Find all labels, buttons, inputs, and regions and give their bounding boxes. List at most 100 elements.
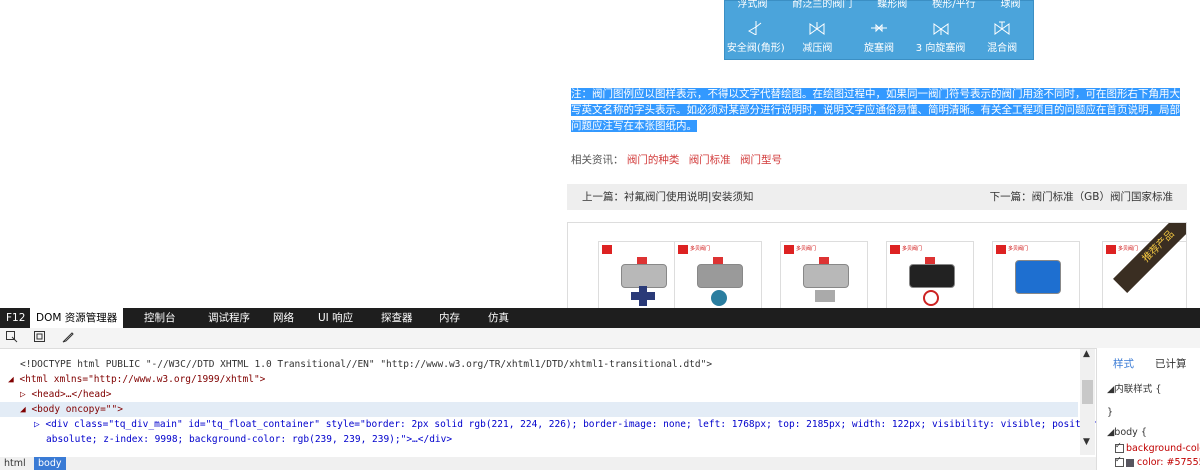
style-prop-text: background-colo <box>1126 443 1200 454</box>
dom-line-head[interactable]: ▷ <head>…</head> <box>20 387 112 402</box>
dom-line-doctype[interactable]: <!DOCTYPE html PUBLIC "-//W3C//DTD XHTML… <box>20 357 712 372</box>
brand-logo-icon <box>890 245 900 254</box>
dom-line-html[interactable]: ◢ <html xmlns="http://www.w3.org/1999/xh… <box>8 372 265 387</box>
dom-breadcrumb: html body <box>0 457 1096 470</box>
valve-item: 3 向旋塞阀 <box>912 21 970 54</box>
valve-item: 减压阀 <box>788 21 846 54</box>
valve-label: 旋塞阀 <box>863 43 894 54</box>
dom-line-div[interactable]: ▷ <div class="tq_div_main" id="tq_float_… <box>34 417 1104 432</box>
actuator-image <box>621 264 667 288</box>
devtools-toolbar <box>0 328 1200 349</box>
highlight-box-icon[interactable] <box>34 331 46 343</box>
product-card[interactable] <box>598 241 686 308</box>
product-card[interactable]: 多贝阀门 <box>780 241 868 308</box>
related-label: 相关资讯： <box>571 154 624 166</box>
breadcrumb-body[interactable]: body <box>34 457 66 470</box>
edit-pen-icon[interactable] <box>62 331 74 343</box>
valve-legend-panel: 浮式阀 耐泛兰的阀门 蝶形阀 楔形/平行 球阀 安全阀(角形) 减压阀 旋塞阀 … <box>724 0 1034 60</box>
recommended-products: 多贝阀门 多贝阀门 多贝阀门 多贝阀门 多贝阀门 推荐产品 <box>567 222 1187 308</box>
tab-ui-responsiveness[interactable]: UI 响应 <box>312 308 359 328</box>
tab-emulation[interactable]: 仿真 <box>482 308 515 328</box>
actuator-image <box>909 264 955 288</box>
valve-label: 3 向旋塞阀 <box>915 43 966 54</box>
select-element-icon[interactable] <box>6 331 18 343</box>
product-brand: 多贝阀门 <box>690 246 711 252</box>
next-article-link[interactable]: 下一篇：阀门标准（GB）阀门国家标准 <box>990 184 1173 210</box>
ball-valve-body-icon <box>711 290 727 306</box>
product-brand: 多贝阀门 <box>1008 246 1029 252</box>
related-link-valve-types[interactable]: 阀门的种类 <box>627 154 680 166</box>
scroll-up-icon[interactable]: ▲ <box>1083 349 1090 359</box>
valve-top-label: 浮式阀 <box>737 0 768 10</box>
electric-actuator-image <box>1015 260 1061 294</box>
butterfly-valve-body-icon <box>631 286 655 306</box>
dom-scrollbar-thumb[interactable] <box>1082 380 1093 404</box>
valve-top-label: 楔形/平行 <box>932 0 976 10</box>
tab-network[interactable]: 网络 <box>267 308 300 328</box>
related-news: 相关资讯： 阀门的种类 阀门标准 阀门型号 <box>571 152 788 167</box>
tab-dom-explorer[interactable]: DOM 资源管理器 <box>30 308 124 328</box>
mixing-valve-icon <box>994 21 1010 35</box>
valve-item: 混合阀 <box>973 21 1031 54</box>
valve-label: 安全阀(角形) <box>726 43 785 54</box>
style-rule-body[interactable]: ◢body { <box>1107 427 1147 438</box>
color-swatch[interactable] <box>1126 458 1134 467</box>
tab-f12[interactable]: F12 <box>0 308 31 328</box>
valve-icon-row: 安全阀(角形) 减压阀 旋塞阀 3 向旋塞阀 混合阀 <box>725 21 1033 54</box>
valve-label: 混合阀 <box>987 43 1018 54</box>
brand-logo-icon <box>602 245 612 254</box>
three-way-plug-valve-icon <box>933 23 949 35</box>
actuator-image <box>803 264 849 288</box>
red-cap <box>637 257 647 264</box>
flange-valve-body-icon <box>815 290 835 302</box>
handwheel-icon <box>923 290 939 306</box>
valve-top-label: 蝶形阀 <box>877 0 908 10</box>
checkbox-icon[interactable] <box>1115 455 1124 467</box>
dom-line-body-selected[interactable]: ◢ <body oncopy=""> <box>0 402 1078 417</box>
tab-profiler[interactable]: 探查器 <box>375 308 419 328</box>
breadcrumb-html[interactable]: html <box>0 457 30 470</box>
devtools-panel: F12 DOM 资源管理器 控制台 调试程序 网络 UI 响应 探查器 内存 仿… <box>0 308 1200 470</box>
red-cap <box>713 257 723 264</box>
tab-styles[interactable]: 样式 <box>1113 356 1134 371</box>
product-brand: 多贝阀门 <box>796 246 817 252</box>
dom-tree: <!DOCTYPE html PUBLIC "-//W3C//DTD XHTML… <box>0 349 1104 455</box>
web-page-viewport: 浮式阀 耐泛兰的阀门 蝶形阀 楔形/平行 球阀 安全阀(角形) 减压阀 旋塞阀 … <box>0 0 1200 308</box>
red-cap <box>925 257 935 264</box>
valve-top-label: 球阀 <box>1000 0 1021 10</box>
valve-top-label: 耐泛兰的阀门 <box>792 0 853 10</box>
tab-computed[interactable]: 已计算 <box>1155 356 1187 371</box>
style-prop-color[interactable]: color: #57555 <box>1115 455 1200 468</box>
actuator-image <box>697 264 743 288</box>
prev-article-link[interactable]: 上一篇：衬氟阀门使用说明|安装须知 <box>582 184 754 210</box>
safety-valve-angle-icon <box>747 21 762 35</box>
style-rule-inline[interactable]: ◢内联样式 { <box>1107 381 1161 395</box>
style-prop-text: color: #57555 <box>1137 457 1200 468</box>
prev-next-bar: 上一篇：衬氟阀门使用说明|安装须知 下一篇：阀门标准（GB）阀门国家标准 <box>567 184 1187 210</box>
brand-logo-icon <box>1106 245 1116 254</box>
tab-debugger[interactable]: 调试程序 <box>202 308 256 328</box>
brand-logo-icon <box>784 245 794 254</box>
related-link-valve-standard[interactable]: 阀门标准 <box>689 154 731 166</box>
product-card[interactable]: 多贝阀门 <box>886 241 974 308</box>
scroll-down-icon[interactable]: ▼ <box>1083 437 1090 447</box>
product-brand: 多贝阀门 <box>902 246 923 252</box>
tab-console[interactable]: 控制台 <box>138 308 182 328</box>
product-card[interactable]: 多贝阀门 <box>674 241 762 308</box>
valve-label: 减压阀 <box>802 43 833 54</box>
brand-logo-icon <box>996 245 1006 254</box>
style-prop-background[interactable]: background-colo <box>1115 441 1200 454</box>
related-link-valve-model[interactable]: 阀门型号 <box>740 154 782 166</box>
valve-top-label-row: 浮式阀 耐泛兰的阀门 蝶形阀 楔形/平行 球阀 <box>725 0 1033 10</box>
devtools-menu-bar: F12 DOM 资源管理器 控制台 调试程序 网络 UI 响应 探查器 内存 仿… <box>0 308 1200 328</box>
product-brand: 多贝阀门 <box>1118 246 1139 252</box>
dom-line-div-continued: absolute; z-index: 9998; background-colo… <box>46 434 453 445</box>
tab-memory[interactable]: 内存 <box>433 308 466 328</box>
brand-logo-icon <box>678 245 688 254</box>
valve-item: 旋塞阀 <box>850 21 908 54</box>
pressure-reducing-valve-icon <box>809 22 825 35</box>
checkbox-icon[interactable] <box>1115 441 1124 453</box>
selected-note-text[interactable]: 注：阀门图例应以图样表示，不得以文字代替绘图。在绘图过程中，如果同一阀门符号表示… <box>571 88 1180 132</box>
styles-pane: 样式 已计算 ◢内联样式 { } ◢body { background-colo… <box>1096 348 1200 470</box>
product-card[interactable]: 多贝阀门 <box>992 241 1080 308</box>
